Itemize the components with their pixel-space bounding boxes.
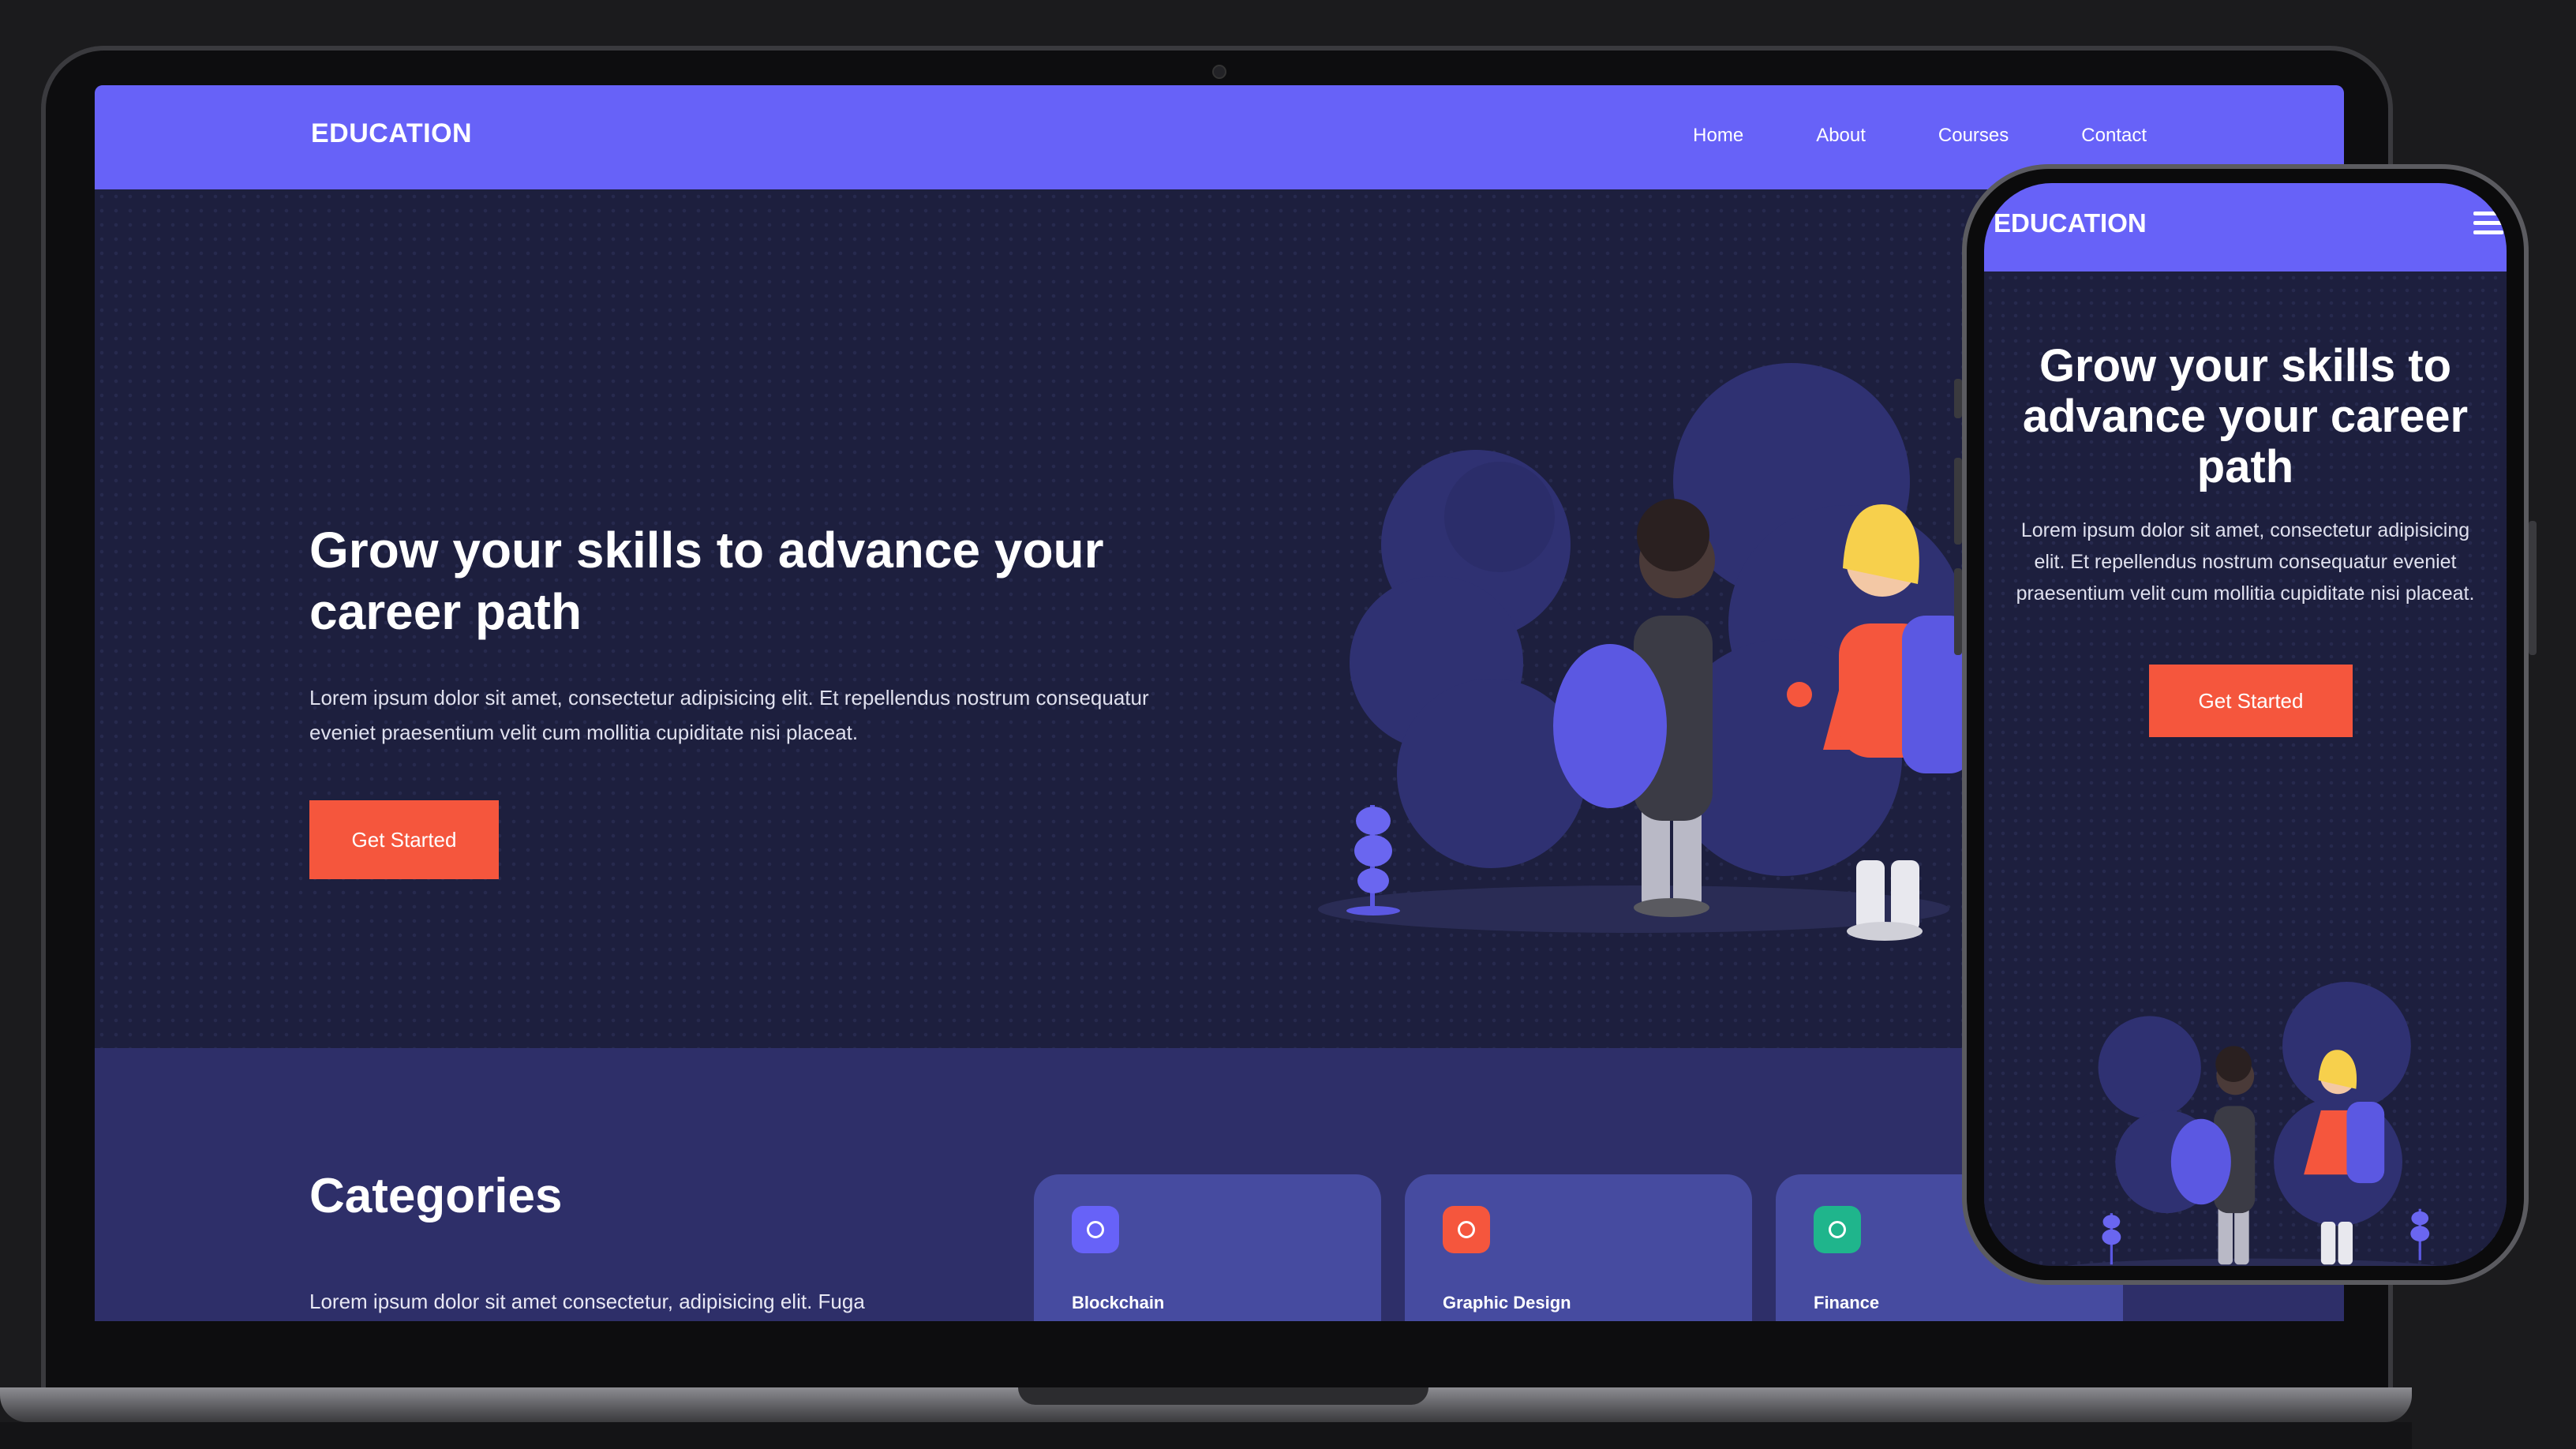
- mobile-screen: EDUCATION Grow your skills to advance yo…: [1984, 183, 2507, 1266]
- get-started-button[interactable]: Get Started: [309, 800, 499, 879]
- mobile-hero-title: Grow your skills to advance your career …: [2022, 340, 2469, 492]
- laptop-notch: [1018, 1387, 1428, 1405]
- students-illustration: [1318, 363, 1973, 941]
- mobile-navbar: EDUCATION: [1984, 183, 2507, 271]
- dollar-icon: [1814, 1206, 1861, 1253]
- laptop-shadow: [0, 1422, 2412, 1449]
- category-label: Graphic Design: [1443, 1293, 1571, 1312]
- nav-home[interactable]: Home: [1693, 125, 1743, 147]
- top-navbar: EDUCATION Home About Courses Contact: [95, 85, 2344, 189]
- categories-title: Categories: [309, 1169, 563, 1223]
- phone-side-button: [1954, 568, 1962, 655]
- hero-title: Grow your skills to advance your career …: [309, 522, 1104, 640]
- hero-description: Lorem ipsum dolor sit amet, consectetur …: [309, 686, 1149, 744]
- mobile-brand-logo[interactable]: EDUCATION: [1994, 208, 2147, 238]
- category-card-graphic-design[interactable]: Graphic Design: [1405, 1174, 1752, 1321]
- nav-courses[interactable]: Courses: [1938, 125, 2009, 147]
- nav-links: Home About Courses Contact: [1693, 125, 2147, 147]
- category-label: Blockchain: [1072, 1293, 1165, 1312]
- phone-side-button: [1954, 379, 1962, 418]
- mobile-hero-description: Lorem ipsum dolor sit amet, consectetur …: [2016, 519, 2475, 605]
- categories-description: Lorem ipsum dolor sit amet consectetur, …: [309, 1290, 865, 1313]
- camera-icon: [1212, 65, 1226, 79]
- hamburger-menu-icon[interactable]: [2473, 212, 2503, 238]
- palette-icon: [1443, 1206, 1490, 1253]
- mobile-students-illustration: [2067, 982, 2438, 1266]
- mobile-hero-section: Grow your skills to advance your career …: [1984, 271, 2507, 1266]
- nav-contact[interactable]: Contact: [2081, 125, 2147, 147]
- phone-side-button: [1954, 458, 1962, 545]
- category-card-blockchain[interactable]: Blockchain: [1034, 1174, 1381, 1321]
- blockchain-icon: [1072, 1206, 1119, 1253]
- mobile-get-started-button[interactable]: Get Started: [2149, 665, 2353, 737]
- category-label: Finance: [1814, 1293, 1880, 1312]
- brand-logo[interactable]: EDUCATION: [311, 118, 472, 149]
- phone-side-button: [2529, 521, 2537, 655]
- nav-about[interactable]: About: [1816, 125, 1866, 147]
